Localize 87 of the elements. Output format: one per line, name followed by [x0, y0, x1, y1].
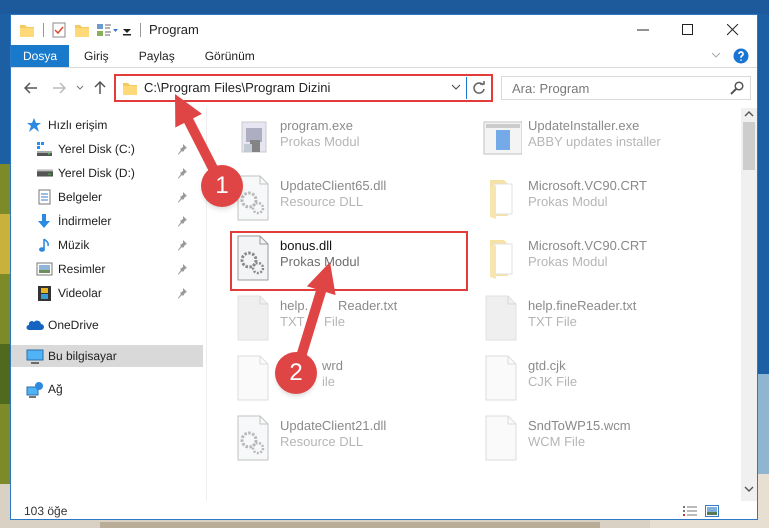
ribbon-tab[interactable]: Dosya: [11, 45, 70, 67]
properties-icon[interactable]: [96, 22, 118, 38]
nav-label: Yerel Disk (D:): [58, 165, 135, 182]
search-field[interactable]: Ara: Program: [501, 76, 751, 100]
pin-icon[interactable]: [176, 143, 188, 155]
up-arrow-icon[interactable]: [94, 81, 106, 95]
nav-item[interactable]: İndirmeler: [11, 209, 190, 233]
nav-item[interactable]: Yerel Disk (D:): [11, 161, 190, 185]
file-name: UpdateInstaller.exe: [528, 118, 640, 133]
nav-item[interactable]: Videolar: [11, 281, 190, 305]
thumbnail-view-icon[interactable]: [705, 505, 719, 517]
pin-icon[interactable]: [176, 191, 188, 203]
file-name: help.fineReader.txt: [528, 298, 636, 313]
network-icon: [26, 380, 44, 398]
file-type: Prokas Modul: [280, 134, 360, 149]
file-type: WCM File: [528, 434, 586, 449]
file-type: ABBY updates installer: [528, 134, 661, 149]
file-type: Prokas Modul: [280, 254, 360, 269]
nav-label: Belgeler: [58, 189, 102, 206]
pin-icon[interactable]: [176, 287, 188, 299]
drive-icon: [36, 140, 54, 158]
file-name: bonus.dll: [280, 238, 332, 253]
nav-item[interactable]: Belgeler: [11, 185, 190, 209]
nav-label: İndirmeler: [58, 213, 112, 230]
file-item[interactable]: bonus.dll Prokas Modul: [230, 231, 468, 291]
scrollbar[interactable]: [741, 108, 757, 501]
monitor-icon: [26, 348, 44, 364]
item-count: 103 öğe: [24, 503, 68, 520]
ribbon-tab[interactable]: Paylaş: [124, 45, 190, 67]
nav-label: Hızlı erişim: [48, 117, 108, 134]
file-name: Reader.txt: [338, 298, 398, 313]
window-title: Program: [149, 21, 199, 40]
back-arrow-icon[interactable]: [24, 82, 38, 94]
file-type: ile: [322, 374, 336, 389]
help-icon[interactable]: [733, 48, 749, 64]
ribbon-tab[interactable]: Giriş: [69, 45, 124, 67]
file-type: TXT: [280, 314, 305, 329]
file-name: help.: [280, 298, 308, 313]
dropdown-chevron-icon[interactable]: [451, 84, 461, 92]
file-type: Resource DLL: [280, 434, 364, 449]
nav-label: OneDrive: [48, 317, 99, 334]
nav-label: Bu bilgisayar: [48, 348, 117, 365]
refresh-icon[interactable]: [472, 81, 486, 95]
pin-icon[interactable]: [176, 167, 188, 179]
file-name: program.exe: [280, 118, 353, 133]
folder-icon: [122, 80, 138, 96]
nav-label: Yerel Disk (C:): [58, 141, 135, 158]
nav-label: Videolar: [58, 285, 102, 302]
address-field[interactable]: C:\Program Files\Program Dizini: [114, 74, 493, 102]
pin-icon[interactable]: [176, 239, 188, 251]
file-type: Resource DLL: [280, 194, 364, 209]
file-name: UpdateClient21.dll: [280, 418, 386, 433]
checklist-icon[interactable]: [52, 22, 66, 38]
details-view-icon[interactable]: [683, 505, 697, 517]
ribbon-tab[interactable]: Görünüm: [190, 45, 270, 67]
file-name: Microsoft.VC90.CRT: [528, 238, 647, 253]
file-type: TXT File: [528, 314, 577, 329]
file-type: Prokas Modul: [528, 254, 608, 269]
file-type: File: [324, 314, 345, 329]
nav-item[interactable]: Müzik: [11, 233, 190, 257]
file-name: UpdateClient65.dll: [280, 178, 386, 193]
film-icon: [36, 284, 54, 302]
pin-icon[interactable]: [176, 263, 188, 275]
search-icon[interactable]: [730, 81, 744, 95]
nav-label: Ağ: [48, 381, 63, 398]
nav-label: Resimler: [58, 261, 106, 278]
file-type: Prokas Modul: [528, 194, 608, 209]
address-path: C:\Program Files\Program Dizini: [144, 79, 330, 98]
file-name: wrd: [322, 358, 343, 373]
image-icon: [36, 260, 54, 278]
scrollbar-thumb[interactable]: [743, 122, 755, 170]
file-name: SndToWP15.wcm: [528, 418, 631, 433]
nav-label: Müzik: [58, 237, 90, 254]
file-name: Microsoft.VC90.CRT: [528, 178, 647, 193]
pin-icon[interactable]: [176, 215, 188, 227]
nav-item[interactable]: Ağ: [11, 377, 206, 401]
maximize-icon[interactable]: [682, 24, 694, 36]
nav-item[interactable]: Resimler: [11, 257, 190, 281]
file-type: CJK File: [528, 374, 578, 389]
nav-item[interactable]: Bu bilgisayar: [11, 345, 203, 367]
nav-item[interactable]: Hızlı erişim: [11, 113, 206, 137]
drive-icon: [36, 169, 54, 177]
nav-item[interactable]: Yerel Disk (C:): [11, 137, 190, 161]
close-icon[interactable]: [727, 24, 739, 36]
recent-caret-icon[interactable]: [76, 85, 84, 91]
file-name: gtd.cjk: [528, 358, 566, 373]
nav-item[interactable]: OneDrive: [11, 313, 206, 337]
